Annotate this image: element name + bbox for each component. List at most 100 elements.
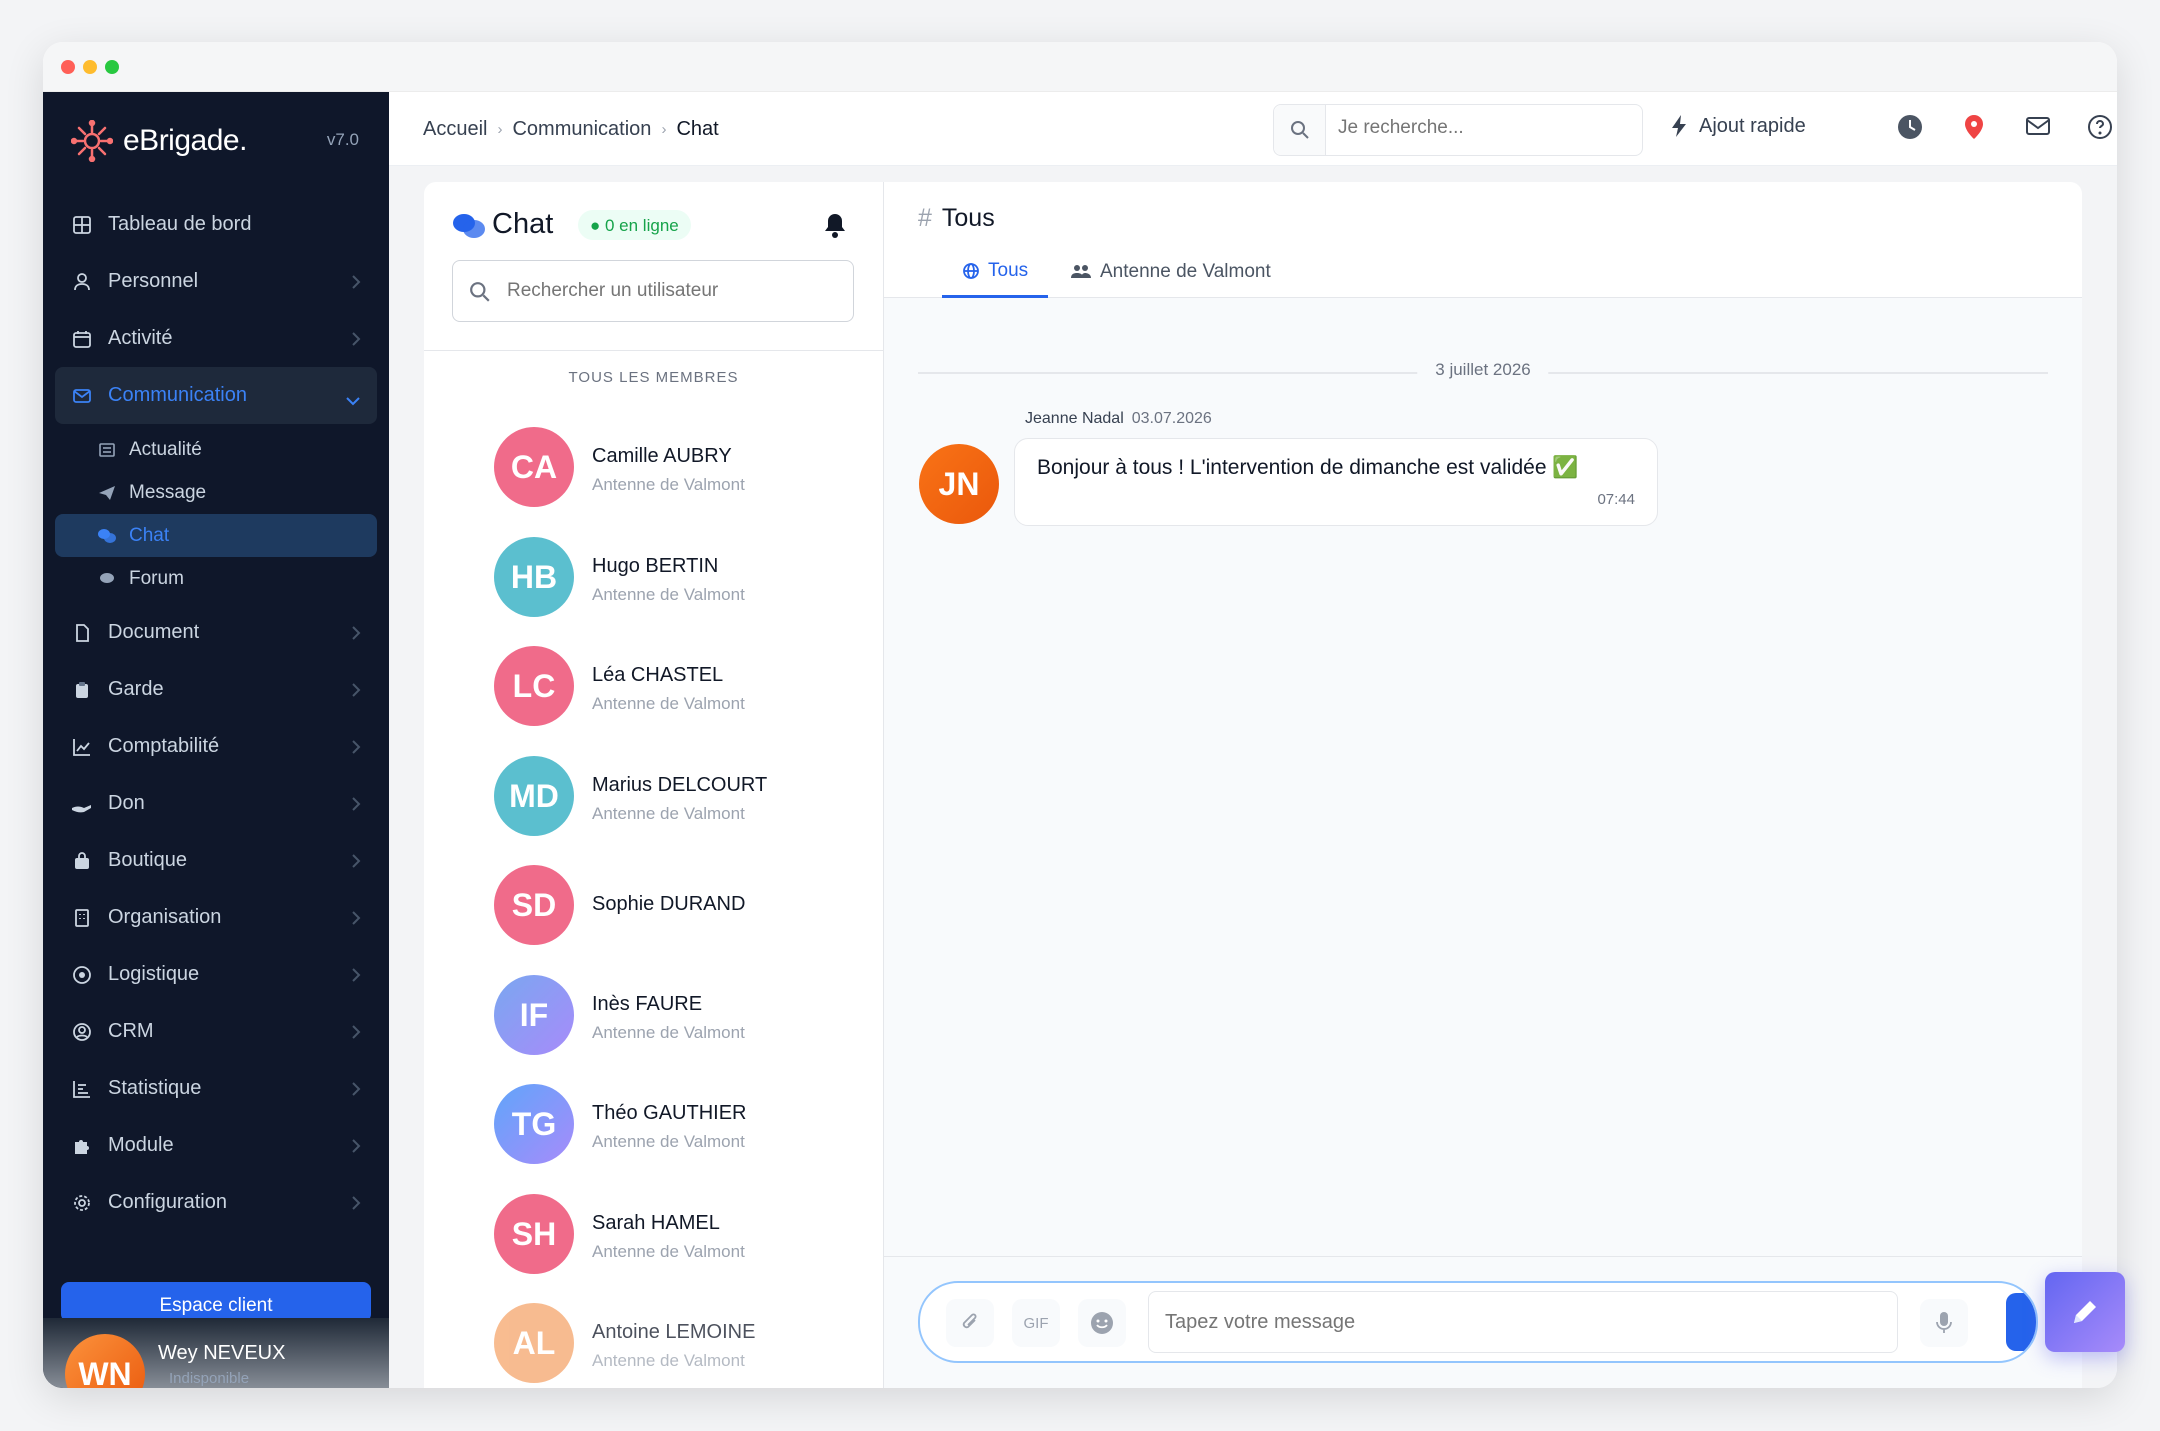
sidebar-item-statistique[interactable]: Statistique — [55, 1060, 377, 1117]
member-item[interactable]: LC Léa CHASTEL Antenne de Valmont — [494, 646, 854, 736]
message-date: 03.07.2026 — [1131, 410, 1212, 427]
chat-conversation-panel: # Tous Tous Antenne de Valmont 3 juillet … — [884, 182, 2082, 1388]
avatar: IF — [494, 975, 574, 1055]
sidebar: eBrigade. v7.0 Tableau de bord Personnel… — [43, 92, 389, 1388]
user-card[interactable]: WN Wey NEVEUX Indisponible — [43, 1318, 389, 1388]
help-icon[interactable] — [2087, 114, 2113, 145]
sidebar-item-personnel[interactable]: Personnel — [55, 253, 377, 310]
sidebar-item-comptabilite[interactable]: Comptabilité — [55, 718, 377, 775]
global-search-input[interactable] — [1338, 117, 1628, 139]
pencil-icon — [2074, 1301, 2096, 1323]
avatar-initials: SD — [511, 886, 557, 923]
message-input-box — [1148, 1291, 1898, 1353]
message-input[interactable] — [1165, 1311, 1865, 1334]
subitem-label: Actualité — [129, 438, 202, 460]
mail-icon — [70, 384, 94, 408]
online-badge: ● 0 en ligne — [578, 210, 691, 240]
chevron-right-icon — [351, 966, 361, 989]
bag-icon — [70, 849, 94, 873]
message-meta: Jeanne Nadal 03.07.2026 — [1025, 410, 1212, 428]
member-item[interactable]: CA Camille AUBRY Antenne de Valmont — [494, 427, 854, 517]
app-window: eBrigade. v7.0 Tableau de bord Personnel… — [43, 42, 2117, 1388]
sidebar-item-label: Boutique — [108, 849, 187, 871]
quick-add-button[interactable]: Ajout rapide — [1669, 114, 1806, 138]
tab-antenne-de-valmont[interactable]: Antenne de Valmont — [1050, 246, 1291, 298]
user-search-input[interactable] — [507, 280, 827, 302]
member-group: Antenne de Valmont — [592, 1132, 745, 1151]
member-item[interactable]: AL Antoine LEMOINE Antenne de Valmont — [494, 1303, 854, 1388]
member-name: Hugo BERTIN — [592, 555, 719, 577]
member-group: Antenne de Valmont — [592, 475, 745, 494]
avatar: SD — [494, 865, 574, 945]
tab-tous[interactable]: Tous — [942, 246, 1049, 298]
member-item[interactable]: IF Inès FAURE Antenne de Valmont — [494, 975, 854, 1065]
member-group: Antenne de Valmont — [592, 1351, 745, 1370]
avatar: CA — [494, 427, 574, 507]
sidebar-item-garde[interactable]: Garde — [55, 661, 377, 718]
location-pin-icon[interactable] — [1963, 114, 1985, 145]
subitem-forum[interactable]: Forum — [55, 557, 377, 600]
avatar-initials: IF — [519, 996, 549, 1033]
member-item[interactable]: TG Théo GAUTHIER Antenne de Valmont — [494, 1084, 854, 1174]
breadcrumb-communication[interactable]: Communication — [512, 118, 651, 141]
message-composer: GIF — [918, 1281, 2038, 1363]
clock-icon[interactable] — [1897, 114, 1923, 145]
close-window-button[interactable] — [61, 60, 75, 74]
sidebar-item-boutique[interactable]: Boutique — [55, 832, 377, 889]
member-item[interactable]: MD Marius DELCOURT Antenne de Valmont — [494, 756, 854, 846]
avatar-initials: JN — [938, 465, 980, 502]
sidebar-item-organisation[interactable]: Organisation — [55, 889, 377, 946]
avatar: LC — [494, 646, 574, 726]
members-header: TOUS LES MEMBRES — [424, 350, 883, 386]
member-group: Antenne de Valmont — [592, 694, 745, 713]
subitem-message[interactable]: Message — [55, 471, 377, 514]
edit-fab-button[interactable] — [2045, 1272, 2125, 1352]
send-icon — [97, 485, 117, 501]
app-version: v7.0 — [326, 130, 359, 149]
member-item[interactable]: SD Sophie DURAND — [494, 865, 854, 955]
brand-logo[interactable]: eBrigade. — [71, 116, 247, 166]
chevron-right-icon — [351, 1194, 361, 1217]
subitem-chat[interactable]: Chat — [55, 514, 377, 557]
minimize-window-button[interactable] — [83, 60, 97, 74]
bell-icon[interactable] — [823, 212, 847, 243]
attach-button[interactable] — [946, 1299, 994, 1347]
sidebar-item-module[interactable]: Module — [55, 1117, 377, 1174]
breadcrumb-accueil[interactable]: Accueil — [423, 118, 487, 141]
gif-button[interactable]: GIF — [1012, 1299, 1060, 1347]
message-text: Bonjour à tous ! L'intervention de diman… — [1037, 456, 1579, 479]
calendar-icon — [70, 327, 94, 351]
member-group: Antenne de Valmont — [592, 804, 745, 823]
window-titlebar — [43, 42, 2117, 92]
sidebar-item-document[interactable]: Document — [55, 604, 377, 661]
sidebar-item-tableau-de-bord[interactable]: Tableau de bord — [55, 196, 377, 253]
microphone-button[interactable] — [1920, 1299, 1968, 1347]
channel-title: # Tous — [918, 204, 995, 233]
paperclip-icon — [962, 1313, 977, 1329]
sidebar-item-configuration[interactable]: Configuration — [55, 1174, 377, 1231]
sidebar-item-logistique[interactable]: Logistique — [55, 946, 377, 1003]
member-item[interactable]: HB Hugo BERTIN Antenne de Valmont — [494, 537, 854, 627]
maximize-window-button[interactable] — [105, 60, 119, 74]
hand-icon — [70, 792, 94, 816]
sidebar-item-crm[interactable]: CRM — [55, 1003, 377, 1060]
sidebar-item-activite[interactable]: Activité — [55, 310, 377, 367]
hash-icon: # — [918, 204, 932, 232]
envelope-icon[interactable] — [2025, 114, 2051, 143]
chevron-right-icon — [351, 681, 361, 704]
newspaper-icon — [97, 442, 117, 458]
client-space-button[interactable]: Espace client — [61, 1282, 371, 1322]
sidebar-item-label: Statistique — [108, 1077, 202, 1099]
user-status: Indisponible — [169, 1370, 250, 1387]
subitem-actualite[interactable]: Actualité — [55, 428, 377, 471]
tab-label: Tous — [988, 259, 1029, 281]
emoji-button[interactable] — [1078, 1299, 1126, 1347]
member-name: Camille AUBRY — [592, 445, 732, 467]
member-item[interactable]: SH Sarah HAMEL Antenne de Valmont — [494, 1194, 854, 1284]
file-icon — [70, 621, 94, 645]
sidebar-item-don[interactable]: Don — [55, 775, 377, 832]
member-group: Antenne de Valmont — [592, 1023, 745, 1042]
send-button[interactable] — [2006, 1293, 2036, 1351]
chat-title: Chat — [492, 208, 554, 240]
sidebar-item-communication[interactable]: Communication — [55, 367, 377, 424]
